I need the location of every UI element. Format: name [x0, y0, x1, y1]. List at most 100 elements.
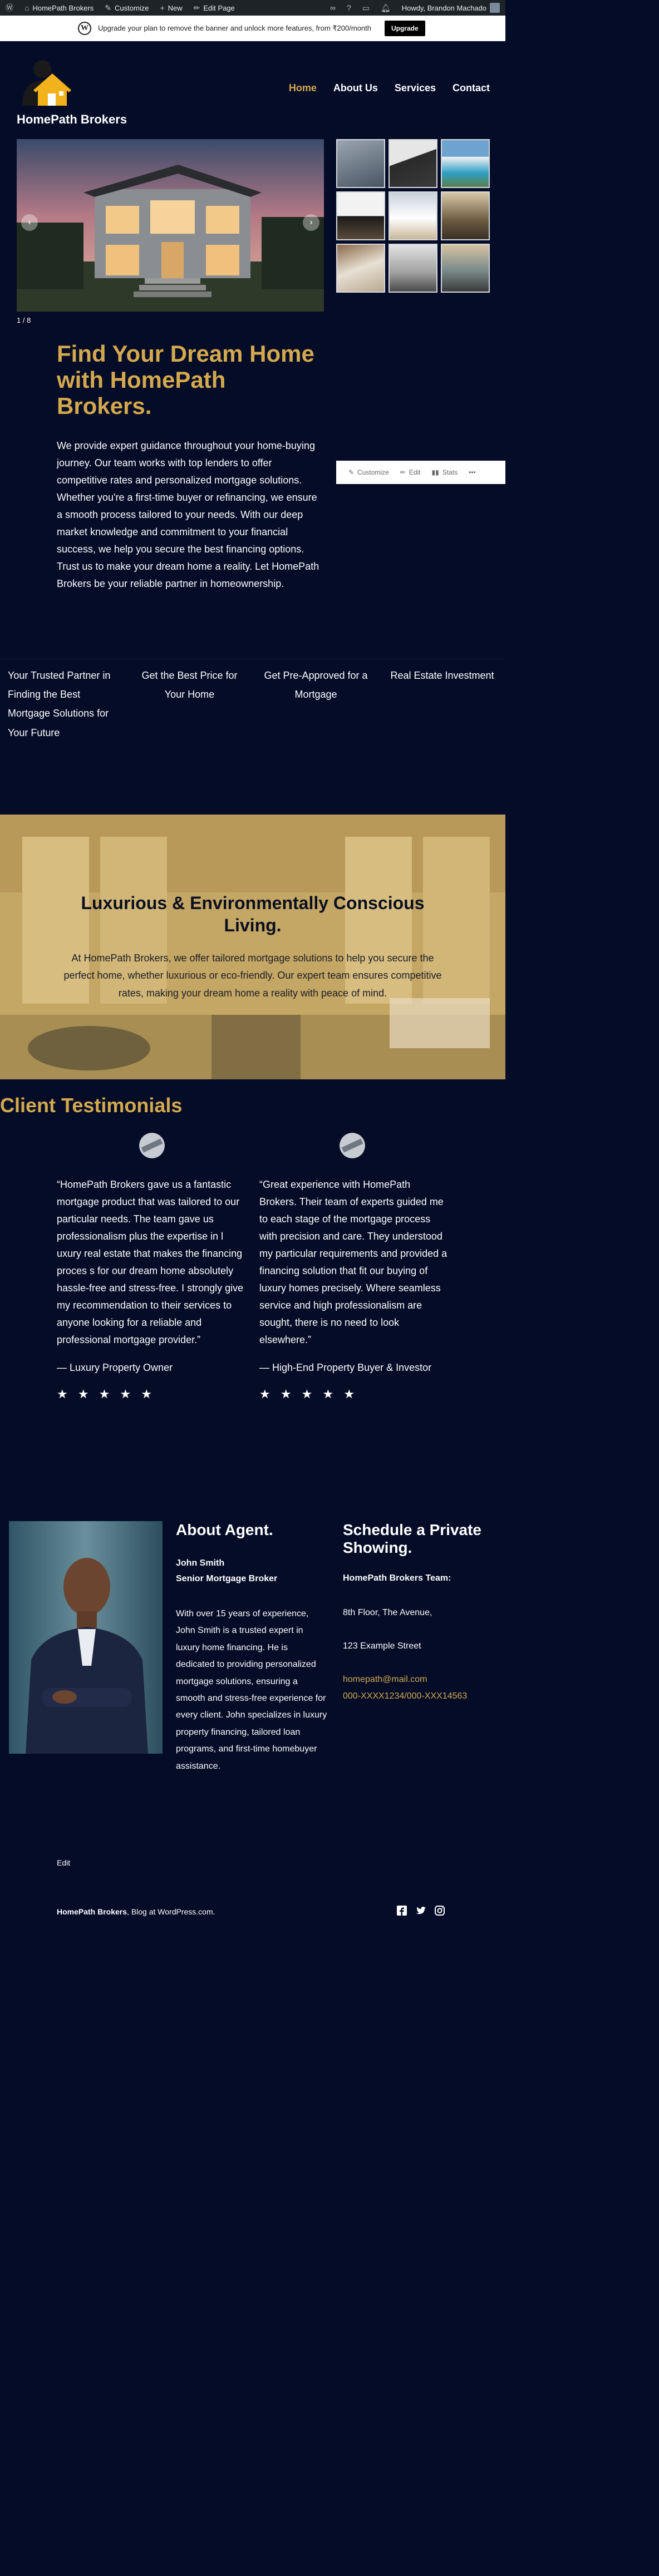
- floating-customize[interactable]: ✎ Customize: [348, 468, 389, 476]
- admin-bar-greeting: Howdy, Brandon Machado: [401, 3, 486, 12]
- hero-title: Find Your Dream Home with HomePath Broke…: [57, 340, 314, 420]
- cover-title: Luxurious & Environmentally Conscious Li…: [81, 892, 425, 935]
- admin-bar-edit-label: Edit Page: [203, 3, 235, 12]
- about-title: About Agent.: [176, 1521, 273, 1538]
- site-logo[interactable]: [17, 55, 72, 106]
- schedule-phone[interactable]: 000-XXXX1234/000-XXX14563: [343, 1691, 467, 1701]
- testimonial-quote: “Great experience with HomePath Brokers.…: [259, 1179, 447, 1345]
- slider-counter: 1 / 8: [17, 316, 31, 324]
- thumbnail-3[interactable]: [441, 139, 490, 188]
- nav-about-us[interactable]: About Us: [333, 82, 378, 94]
- wordpress-icon: W: [78, 22, 91, 35]
- floating-edit[interactable]: ✏ Edit: [400, 468, 421, 476]
- thumbnail-1[interactable]: [336, 139, 385, 188]
- footer-credit-text[interactable]: , Blog at WordPress.com.: [127, 1907, 215, 1916]
- thumbnail-2[interactable]: [388, 139, 437, 188]
- about-text: With over 15 years of experience, John S…: [176, 1609, 327, 1771]
- wordpress-icon: Ⓦ: [6, 3, 13, 12]
- feature-item: Your Trusted Partner in Finding the Best…: [0, 659, 126, 749]
- infinity-icon: ∞: [330, 3, 336, 12]
- thumbnail-7[interactable]: [336, 244, 385, 293]
- admin-bar-site-name[interactable]: ⌂ HomePath Brokers: [19, 0, 99, 16]
- testimonial-quote: “HomePath Brokers gave us a fantastic mo…: [57, 1179, 244, 1345]
- testimonial-author: — Luxury Property Owner: [57, 1361, 173, 1373]
- admin-bar-edit-page[interactable]: ✏ Edit Page: [188, 0, 240, 16]
- testimonial-avatar: [139, 1133, 165, 1158]
- customize-icon: ✎: [348, 468, 355, 476]
- image-slider[interactable]: ‹ ›: [17, 139, 324, 312]
- schedule-address-line: 123 Example Street: [343, 1641, 421, 1651]
- floating-stats-label: Stats: [442, 468, 458, 476]
- testimonials-title: Client Testimonials: [0, 1094, 183, 1117]
- admin-bar-help[interactable]: ?: [341, 0, 357, 16]
- agent-name: John Smith: [176, 1558, 225, 1568]
- schedule-address-line: 8th Floor, The Avenue,: [343, 1608, 432, 1617]
- help-icon: ?: [346, 3, 351, 12]
- testimonial-stars: ★ ★ ★ ★ ★: [57, 1386, 156, 1401]
- upgrade-banner-text: Upgrade your plan to remove the banner a…: [98, 24, 371, 32]
- floating-toolbar: ✎ Customize ✏ Edit ▮▮ Stats •••: [336, 461, 505, 484]
- nav-services[interactable]: Services: [395, 82, 436, 94]
- facebook-icon[interactable]: [396, 1905, 407, 1916]
- footer-credit: HomePath Brokers, Blog at WordPress.com.: [57, 1907, 215, 1916]
- slider-prev-button[interactable]: ‹: [21, 214, 38, 231]
- features-row: Your Trusted Partner in Finding the Best…: [0, 659, 505, 749]
- admin-bar-account[interactable]: Howdy, Brandon Machado: [396, 0, 505, 16]
- pencil-icon: ✏: [400, 468, 406, 476]
- thumbnail-5[interactable]: [388, 191, 437, 240]
- social-links: [396, 1905, 445, 1916]
- hero-text: We provide expert guidance throughout yo…: [57, 440, 319, 589]
- admin-bar-new-label: New: [168, 3, 183, 12]
- slider-thumbnails: [336, 139, 490, 293]
- nav-contact[interactable]: Contact: [453, 82, 490, 94]
- admin-bar-customize[interactable]: ✎ Customize: [99, 0, 154, 16]
- instagram-icon[interactable]: [434, 1905, 445, 1916]
- cover-text: At HomePath Brokers, we offer tailored m…: [63, 952, 442, 999]
- plus-icon: +: [160, 3, 165, 12]
- floating-customize-label: Customize: [357, 468, 389, 476]
- footer-brand[interactable]: HomePath Brokers: [57, 1907, 127, 1916]
- agent-photo: [9, 1521, 163, 1754]
- stats-icon: ▮▮: [431, 468, 439, 476]
- admin-bar-notifications[interactable]: 🔔︎: [375, 0, 396, 16]
- avatar: [490, 3, 500, 13]
- schedule-team: HomePath Brokers Team:: [343, 1573, 451, 1583]
- floating-stats[interactable]: ▮▮ Stats: [432, 468, 458, 476]
- twitter-icon[interactable]: [415, 1905, 426, 1916]
- site-title[interactable]: HomePath Brokers: [17, 112, 127, 127]
- nav-home[interactable]: Home: [289, 82, 317, 94]
- admin-bar-wordpress-menu[interactable]: Ⓦ: [0, 0, 19, 16]
- floating-more-button[interactable]: •••: [469, 468, 476, 476]
- main-navigation: Home About Us Services Contact: [278, 82, 490, 94]
- testimonial-card: “Great experience with HomePath Brokers.…: [259, 1133, 449, 1401]
- admin-bar: Ⓦ ⌂ HomePath Brokers ✎ Customize + New ✏…: [0, 0, 505, 16]
- thumbnail-8[interactable]: [388, 244, 437, 293]
- testimonial-card: “HomePath Brokers gave us a fantastic mo…: [57, 1133, 246, 1401]
- testimonial-avatar: [340, 1133, 365, 1158]
- upgrade-button[interactable]: Upgrade: [385, 21, 425, 36]
- testimonial-stars: ★ ★ ★ ★ ★: [259, 1386, 358, 1401]
- admin-bar-site-label: HomePath Brokers: [32, 3, 94, 12]
- customize-icon: ✎: [105, 3, 112, 12]
- house-photo: [17, 139, 324, 312]
- admin-bar-reader[interactable]: ▭: [357, 0, 375, 16]
- feature-item: Get Pre-Approved for a Mortgage: [253, 659, 379, 749]
- agent-info: John Smith Senior Mortgage Broker: [176, 1556, 277, 1587]
- home-icon: ⌂: [24, 3, 29, 12]
- reader-icon: ▭: [362, 3, 370, 12]
- slider-next-button[interactable]: ›: [303, 214, 319, 231]
- pencil-icon: ✏: [193, 3, 200, 12]
- thumbnail-4[interactable]: [336, 191, 385, 240]
- upgrade-banner: W Upgrade your plan to remove the banner…: [0, 16, 505, 41]
- schedule-title: Schedule a Private Showing.: [343, 1521, 482, 1557]
- thumbnail-9[interactable]: [441, 244, 490, 293]
- agent-role: Senior Mortgage Broker: [176, 1574, 278, 1583]
- schedule-email-link[interactable]: homepath@mail.com: [343, 1675, 427, 1685]
- feature-item: Real Estate Investment: [379, 659, 505, 749]
- admin-bar-stats[interactable]: ∞: [324, 0, 341, 16]
- bell-icon: 🔔︎: [380, 3, 391, 12]
- admin-bar-new[interactable]: + New: [154, 0, 188, 16]
- feature-item: Get the Best Price for Your Home: [126, 659, 253, 749]
- edit-link[interactable]: Edit: [57, 1858, 70, 1867]
- thumbnail-6[interactable]: [441, 191, 490, 240]
